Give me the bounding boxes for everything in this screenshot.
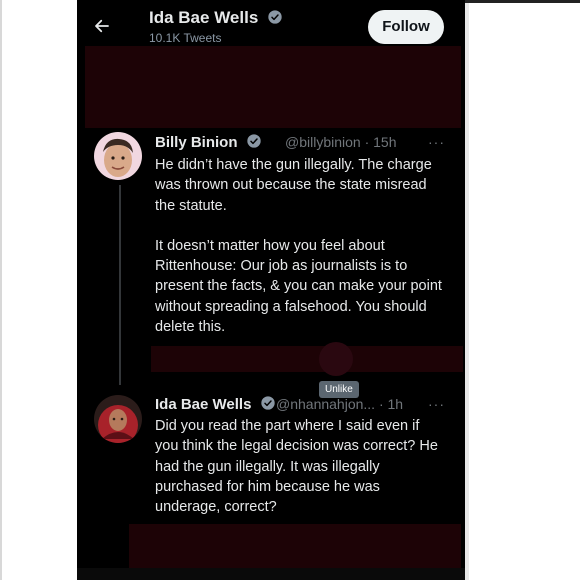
thread-connector — [119, 185, 121, 385]
scan-topline — [465, 0, 580, 3]
redacted-region — [85, 46, 461, 128]
left-margin — [0, 0, 77, 580]
redacted-actions — [151, 346, 463, 372]
tweet-meta: @nhannahjon... · 1h — [276, 396, 403, 412]
right-margin — [465, 0, 580, 580]
scan-edge — [465, 0, 469, 580]
scan-edge — [0, 0, 2, 580]
tweet-handle[interactable]: @billybinion — [285, 134, 361, 150]
profile-name-text: Ida Bae Wells — [149, 8, 259, 27]
tweet-author[interactable]: Ida Bae Wells — [155, 395, 276, 413]
tweet-time[interactable]: · 1h — [379, 396, 403, 412]
tweet-count: 10.1K Tweets — [149, 31, 222, 45]
back-arrow-icon[interactable] — [93, 17, 111, 35]
tweet-author[interactable]: Billy Binion — [155, 133, 262, 151]
tweet-meta: @billybinion · 15h — [285, 134, 397, 150]
like-heart-icon[interactable] — [319, 342, 353, 376]
tweet-paragraph: It doesn’t matter how you feel about Rit… — [155, 237, 442, 336]
tweet-paragraph: Did you read the part where I said even … — [155, 418, 438, 516]
bottom-edge — [77, 568, 465, 580]
tweet-author-name: Ida Bae Wells — [155, 396, 252, 413]
avatar-photo-icon — [94, 395, 142, 443]
more-icon[interactable]: ··· — [428, 396, 445, 412]
avatar[interactable] — [94, 132, 142, 180]
verified-icon — [268, 10, 282, 24]
verified-icon — [260, 396, 275, 410]
follow-button[interactable]: Follow — [368, 10, 444, 44]
profile-name: Ida Bae Wells — [149, 8, 283, 28]
tweet-text: Did you read the part where I said even … — [155, 416, 445, 517]
tweet-handle[interactable]: @nhannahjon... — [276, 396, 375, 412]
verified-icon — [247, 134, 261, 148]
tweet-text: He didn’t have the gun illegally. The ch… — [155, 155, 445, 337]
twitter-screen: Ida Bae Wells 10.1K Tweets Follow Billy … — [77, 0, 465, 580]
more-icon[interactable]: ··· — [428, 134, 445, 150]
tweet-author-name: Billy Binion — [155, 134, 238, 151]
tweet-time[interactable]: · 15h — [365, 134, 397, 150]
redacted-region — [129, 524, 461, 568]
tweet-paragraph: He didn’t have the gun illegally. The ch… — [155, 157, 432, 214]
avatar[interactable] — [94, 395, 142, 443]
profile-header: Ida Bae Wells 10.1K Tweets Follow — [77, 0, 465, 52]
avatar-photo-icon — [94, 132, 142, 180]
